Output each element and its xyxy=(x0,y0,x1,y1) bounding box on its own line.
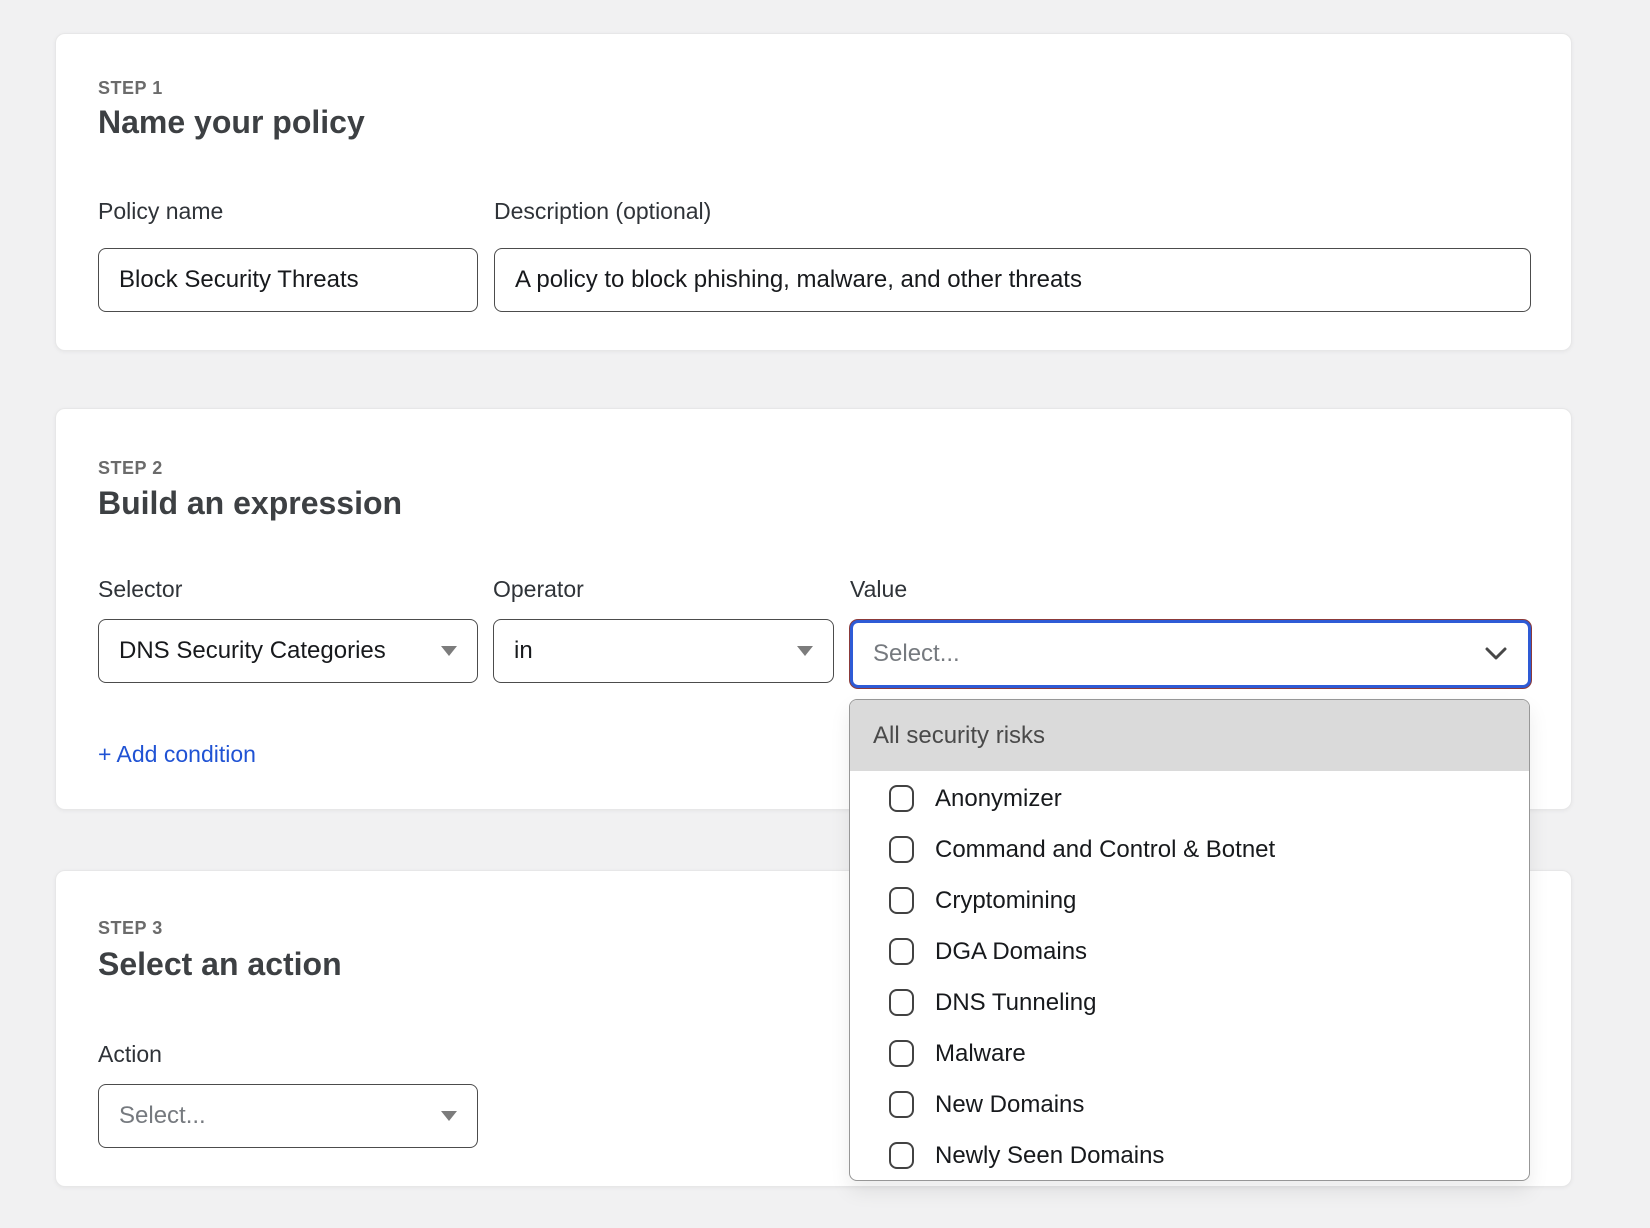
operator-select[interactable]: in xyxy=(493,619,834,683)
dropdown-option[interactable]: New Domains xyxy=(850,1079,1529,1130)
operator-select-value: in xyxy=(514,637,533,665)
dropdown-arrow-icon xyxy=(797,646,813,656)
checkbox-unchecked-icon[interactable] xyxy=(889,989,914,1016)
dropdown-option-list: Anonymizer Command and Control & Botnet … xyxy=(850,771,1529,1181)
step2-eyebrow: STEP 2 xyxy=(98,458,163,479)
add-condition-link[interactable]: + Add condition xyxy=(98,741,256,768)
step1-eyebrow: STEP 1 xyxy=(98,78,163,99)
dropdown-option[interactable]: Command and Control & Botnet xyxy=(850,824,1529,875)
action-select-placeholder: Select... xyxy=(119,1102,206,1130)
dropdown-option[interactable]: Newly Seen Domains xyxy=(850,1130,1529,1181)
checkbox-unchecked-icon[interactable] xyxy=(889,1142,914,1169)
selector-label: Selector xyxy=(98,576,182,603)
step3-title: Select an action xyxy=(98,946,342,983)
checkbox-unchecked-icon[interactable] xyxy=(889,938,914,965)
value-label: Value xyxy=(850,576,907,603)
checkbox-unchecked-icon[interactable] xyxy=(889,887,914,914)
checkbox-unchecked-icon[interactable] xyxy=(889,785,914,812)
checkbox-unchecked-icon[interactable] xyxy=(889,1091,914,1118)
dropdown-option[interactable]: Malware xyxy=(850,1028,1529,1079)
step1-card: STEP 1 Name your policy Policy name Desc… xyxy=(55,33,1572,351)
dropdown-group-header[interactable]: All security risks xyxy=(850,700,1529,771)
dropdown-option[interactable]: DGA Domains xyxy=(850,926,1529,977)
dropdown-option-label: DNS Tunneling xyxy=(935,989,1096,1017)
dropdown-option-label: Command and Control & Botnet xyxy=(935,836,1275,864)
selector-select[interactable]: DNS Security Categories xyxy=(98,619,478,683)
value-placeholder: Select... xyxy=(873,640,960,668)
dropdown-option-label: DGA Domains xyxy=(935,938,1087,966)
dropdown-option[interactable]: DNS Tunneling xyxy=(850,977,1529,1028)
policy-name-input[interactable] xyxy=(98,248,478,312)
selector-select-value: DNS Security Categories xyxy=(119,637,386,665)
dropdown-option[interactable]: Anonymizer xyxy=(850,773,1529,824)
checkbox-unchecked-icon[interactable] xyxy=(889,1040,914,1067)
dropdown-option-label: Newly Seen Domains xyxy=(935,1142,1164,1170)
policy-name-label: Policy name xyxy=(98,198,223,225)
description-input[interactable] xyxy=(494,248,1531,312)
operator-label: Operator xyxy=(493,576,584,603)
action-select[interactable]: Select... xyxy=(98,1084,478,1148)
dropdown-option-label: Anonymizer xyxy=(935,785,1062,813)
dropdown-arrow-icon xyxy=(441,646,457,656)
dropdown-option-label: Malware xyxy=(935,1040,1026,1068)
step1-title: Name your policy xyxy=(98,104,365,141)
dropdown-option-label: Cryptomining xyxy=(935,887,1076,915)
dropdown-option[interactable]: Cryptomining xyxy=(850,875,1529,926)
value-dropdown-menu: All security risks Anonymizer Command an… xyxy=(849,699,1530,1181)
policy-builder-page: STEP 1 Name your policy Policy name Desc… xyxy=(0,0,1650,1228)
value-multiselect[interactable]: Select... xyxy=(850,620,1531,688)
step2-title: Build an expression xyxy=(98,485,402,522)
description-label: Description (optional) xyxy=(494,198,711,225)
checkbox-unchecked-icon[interactable] xyxy=(889,836,914,863)
action-label: Action xyxy=(98,1041,162,1068)
dropdown-option-label: New Domains xyxy=(935,1091,1084,1119)
chevron-down-icon xyxy=(1484,647,1508,661)
step3-eyebrow: STEP 3 xyxy=(98,918,163,939)
dropdown-arrow-icon xyxy=(441,1111,457,1121)
